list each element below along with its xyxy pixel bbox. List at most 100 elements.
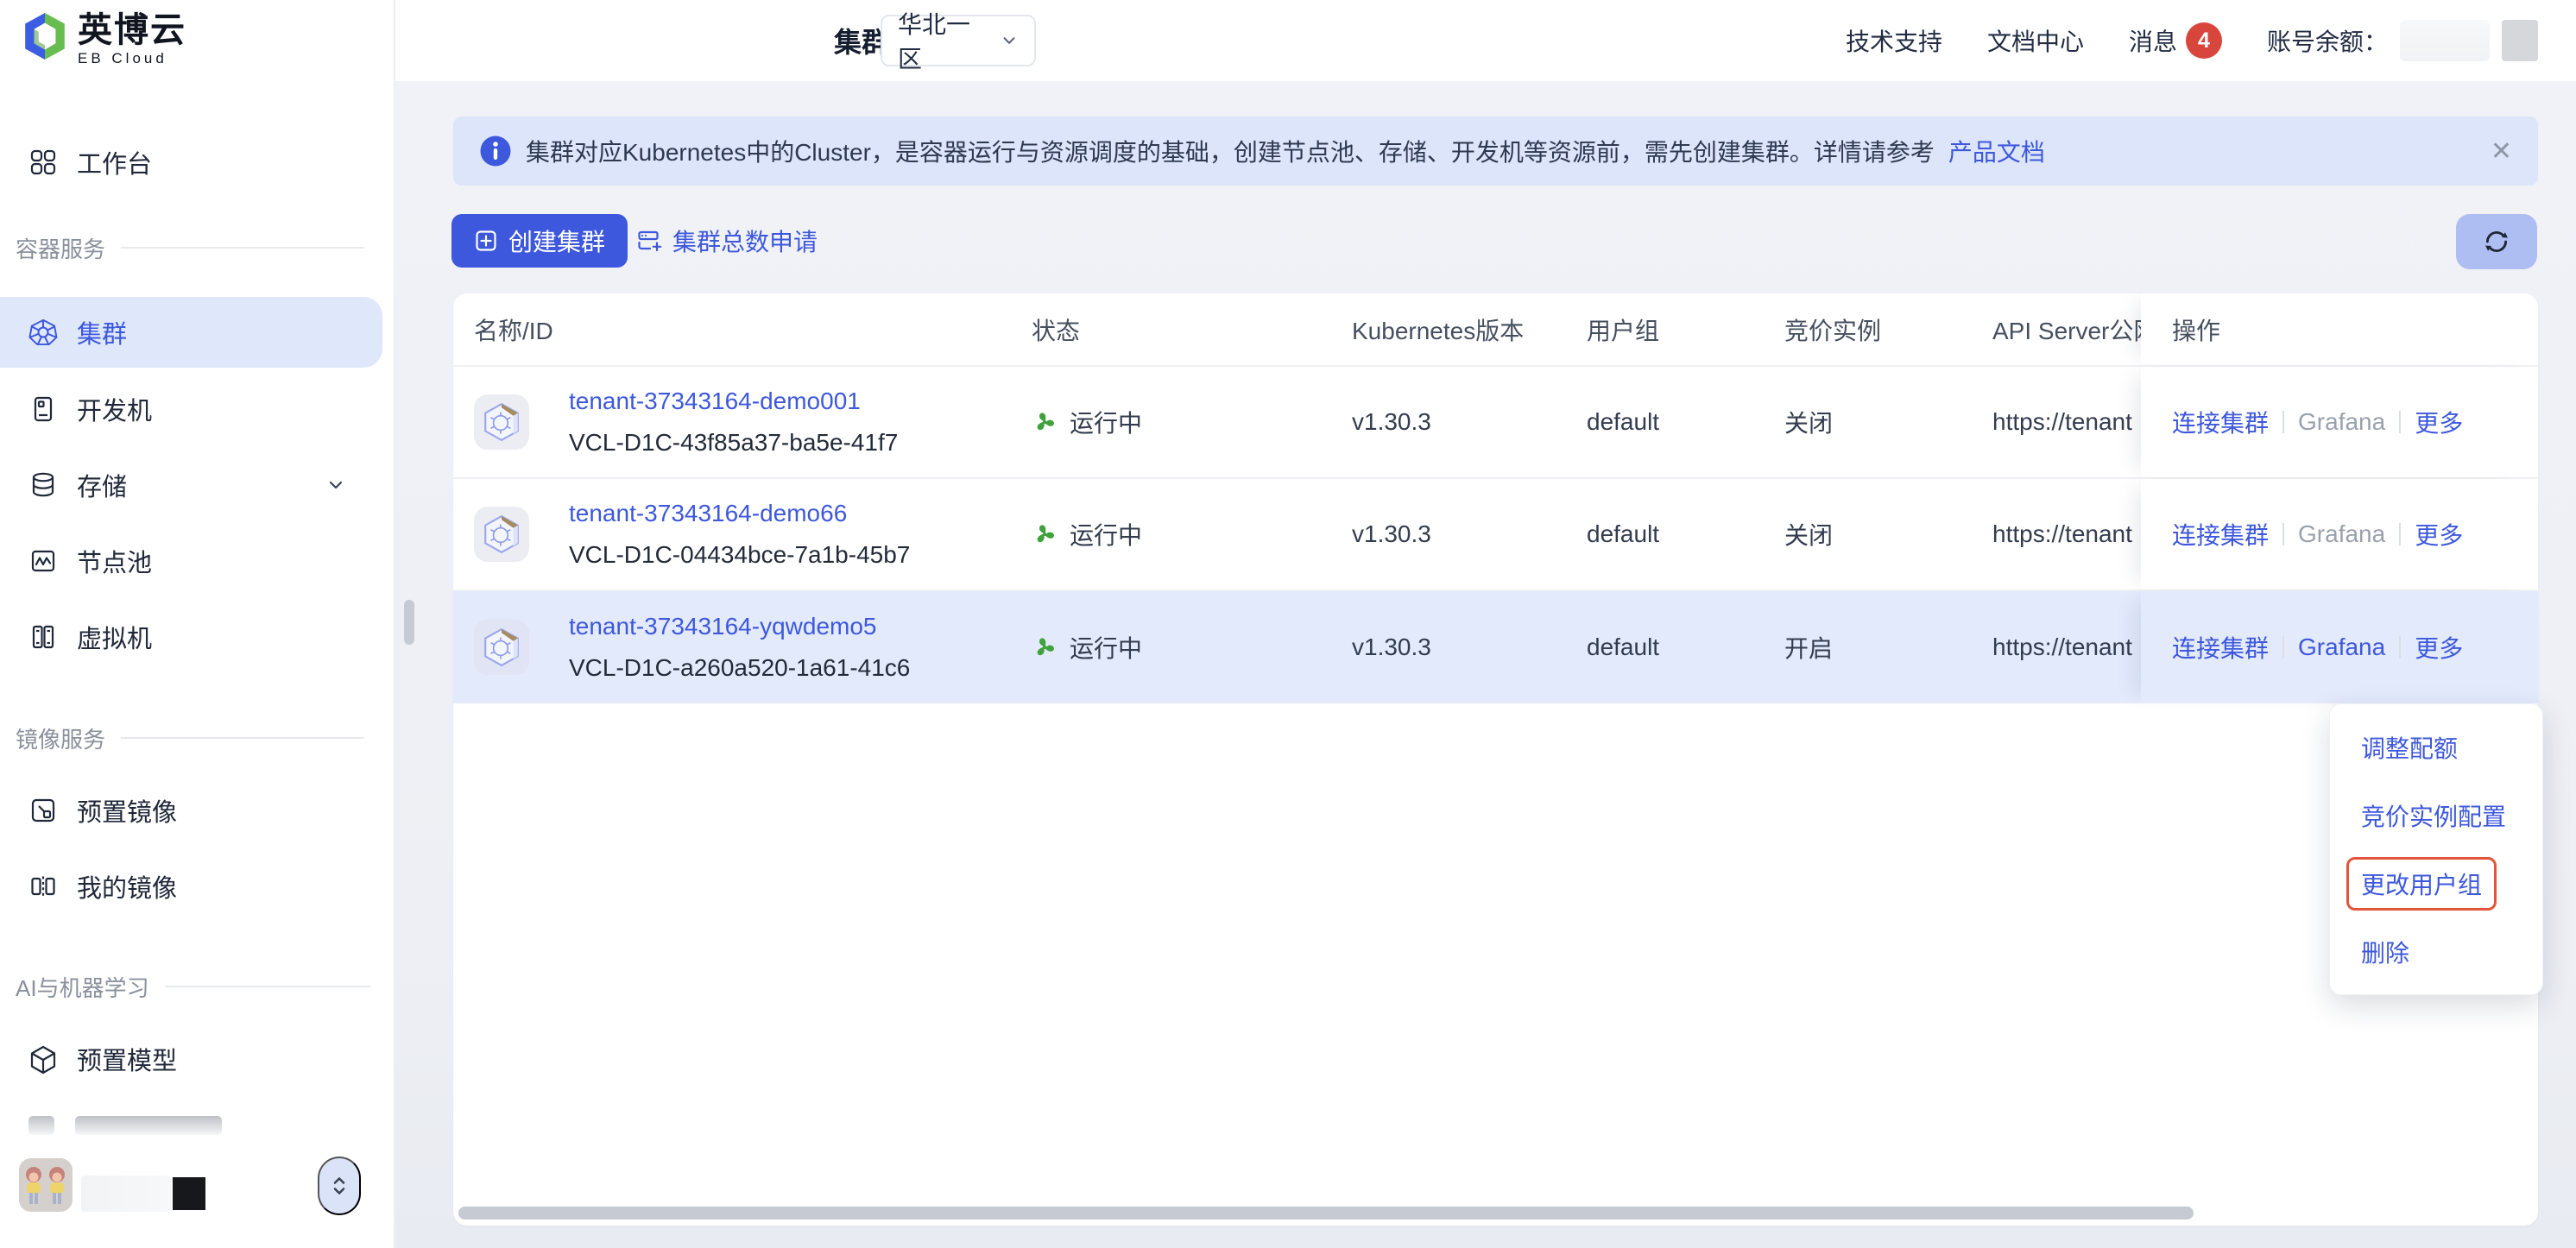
refresh-icon [2482, 227, 2511, 256]
faded-menu-item [28, 1112, 287, 1139]
cluster-name-link[interactable]: tenant-37343164-demo66 [569, 496, 910, 531]
faded-icon [28, 1116, 54, 1135]
sidebar-item-label: 预置模型 [77, 1041, 177, 1077]
sidebar-section-image-services: 镜像服务 [16, 725, 394, 751]
sidebar-item-label: 我的镜像 [77, 868, 177, 904]
sidebar-section-ai-ml: AI与机器学习 [16, 974, 394, 999]
more-link[interactable]: 更多 [2415, 630, 2463, 665]
connect-cluster-link[interactable]: 连接集群 [2172, 517, 2269, 552]
sidebar-item-my-images[interactable]: 我的镜像 [0, 862, 382, 911]
sidebar-item-cluster[interactable]: 集群 [0, 297, 382, 368]
refresh-button[interactable] [2456, 214, 2537, 269]
more-link[interactable]: 更多 [2415, 405, 2463, 439]
menu-item-change-usergroup[interactable]: 更改用户组 [2330, 849, 2542, 917]
row-operations: 连接集群 Grafana 更多 [2141, 591, 2538, 703]
menu-item-delete[interactable]: 删除 [2330, 917, 2542, 986]
sidebar-item-label: 虚拟机 [77, 619, 152, 655]
user-group: default [1587, 633, 1784, 661]
brand-subtitle: EB Cloud [78, 50, 186, 67]
faded-label [75, 1116, 222, 1135]
sidebar-collapse-toggle[interactable] [318, 1157, 361, 1215]
sidebar-item-label: 存储 [77, 467, 127, 503]
message-count-badge: 4 [2186, 22, 2222, 59]
support-link[interactable]: 技术支持 [1846, 23, 1942, 58]
avatar[interactable] [19, 1158, 73, 1212]
region-select[interactable]: 华北一区 [881, 15, 1036, 66]
account-balance: 账号余额： [2267, 20, 2538, 61]
row-operations: 连接集群 Grafana 更多 [2141, 479, 2538, 589]
status-text: 运行中 [1070, 630, 1142, 665]
section-divider [165, 986, 370, 987]
table-header-row: 名称/ID 状态 Kubernetes版本 用户组 竞价实例 API Serve… [453, 293, 2538, 367]
row-operations: 连接集群 Grafana 更多 [2141, 367, 2538, 477]
docs-link[interactable]: 文档中心 [1987, 23, 2084, 58]
cluster-quota-request-link[interactable]: 集群总数申请 [636, 214, 818, 268]
kubernetes-wheel-icon [28, 318, 58, 347]
virtual-machine-icon [28, 622, 58, 652]
close-icon[interactable]: ✕ [2491, 136, 2512, 167]
more-actions-menu: 调整配额 竞价实例配置 更改用户组 删除 [2329, 703, 2543, 995]
k8s-version: v1.30.3 [1352, 408, 1587, 436]
divider [2282, 636, 2284, 659]
messages-link[interactable]: 消息 4 [2129, 22, 2222, 59]
sidebar-item-nodepool[interactable]: 节点池 [0, 537, 382, 585]
divider [2399, 636, 2401, 659]
sidebar-item-preset-models[interactable]: 预置模型 [0, 1035, 382, 1083]
menu-item-spot-config[interactable]: 竞价实例配置 [2330, 781, 2542, 849]
section-label: AI与机器学习 [16, 971, 149, 1003]
grid-icon [28, 148, 58, 177]
sidebar-item-devmachine[interactable]: 开发机 [0, 385, 382, 433]
cluster-name-link[interactable]: tenant-37343164-yqwdemo5 [569, 609, 910, 644]
cluster-id: VCL-D1C-a260a520-1a61-41c6 [569, 651, 910, 685]
column-header-name: 名称/ID [453, 312, 1032, 347]
annotation-highlight-box: 更改用户组 [2346, 857, 2497, 911]
column-header-version: Kubernetes版本 [1352, 312, 1587, 347]
cluster-hexagon-icon [474, 620, 529, 675]
grafana-link[interactable]: Grafana [2298, 520, 2385, 548]
section-divider [121, 247, 364, 249]
dev-machine-icon [28, 394, 58, 424]
sidebar-item-workbench[interactable]: 工作台 [0, 138, 382, 186]
sidebar-item-label: 开发机 [77, 391, 152, 427]
section-divider [121, 737, 364, 739]
divider [2399, 411, 2401, 433]
column-header-status: 状态 [1032, 312, 1352, 347]
sidebar-item-preset-images[interactable]: 预置镜像 [0, 786, 382, 835]
sidebar-item-storage[interactable]: 存储 [0, 461, 382, 509]
cluster-name-link[interactable]: tenant-37343164-demo001 [569, 384, 898, 419]
horizontal-scrollbar[interactable] [458, 1207, 2194, 1220]
divider [2282, 411, 2284, 433]
user-area [0, 1157, 395, 1222]
divider [2282, 523, 2284, 545]
connect-cluster-link[interactable]: 连接集群 [2172, 630, 2269, 665]
topbar-right: 技术支持 文档中心 消息 4 账号余额： [1846, 0, 2538, 81]
brand-logo[interactable]: 英博云 EB Cloud [22, 12, 186, 67]
my-images-icon [28, 872, 58, 901]
sidebar-scrollbar[interactable] [404, 600, 414, 645]
more-link[interactable]: 更多 [2415, 517, 2463, 552]
table-row: tenant-37343164-demo66 VCL-D1C-04434bce-… [453, 479, 2538, 591]
user-group: default [1587, 408, 1784, 436]
create-cluster-button[interactable]: 创建集群 [451, 214, 628, 268]
column-header-usergroup: 用户组 [1587, 312, 1784, 347]
grafana-link[interactable]: Grafana [2298, 633, 2385, 661]
region-select-value: 华北一区 [898, 6, 993, 75]
chevron-down-icon [325, 475, 346, 495]
sidebar-item-label: 集群 [77, 314, 127, 350]
spot-instance: 关闭 [1784, 405, 1992, 439]
banner-text: 集群对应Kubernetes中的Cluster，是容器运行与资源调度的基础，创建… [526, 134, 1935, 168]
product-docs-link[interactable]: 产品文档 [1948, 134, 2045, 168]
grafana-link[interactable]: Grafana [2298, 408, 2385, 436]
node-pool-icon [28, 546, 58, 576]
user-block-redacted [173, 1177, 205, 1210]
divider [2399, 523, 2401, 545]
topbar: 集群 华北一区 技术支持 文档中心 消息 4 账号余额： [395, 0, 2576, 81]
cluster-id: VCL-D1C-43f85a37-ba5e-41f7 [569, 425, 898, 460]
menu-item-adjust-quota[interactable]: 调整配额 [2330, 713, 2542, 781]
database-icon [28, 470, 58, 500]
plus-square-icon [474, 229, 498, 253]
sidebar-item-vm[interactable]: 虚拟机 [0, 613, 382, 661]
cluster-hexagon-icon [474, 507, 529, 562]
messages-label: 消息 [2129, 23, 2177, 58]
connect-cluster-link[interactable]: 连接集群 [2172, 405, 2269, 439]
